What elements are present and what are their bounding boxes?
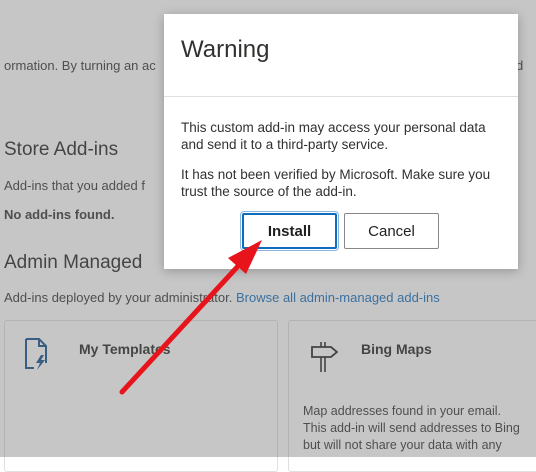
annotation-arrow xyxy=(119,240,262,395)
